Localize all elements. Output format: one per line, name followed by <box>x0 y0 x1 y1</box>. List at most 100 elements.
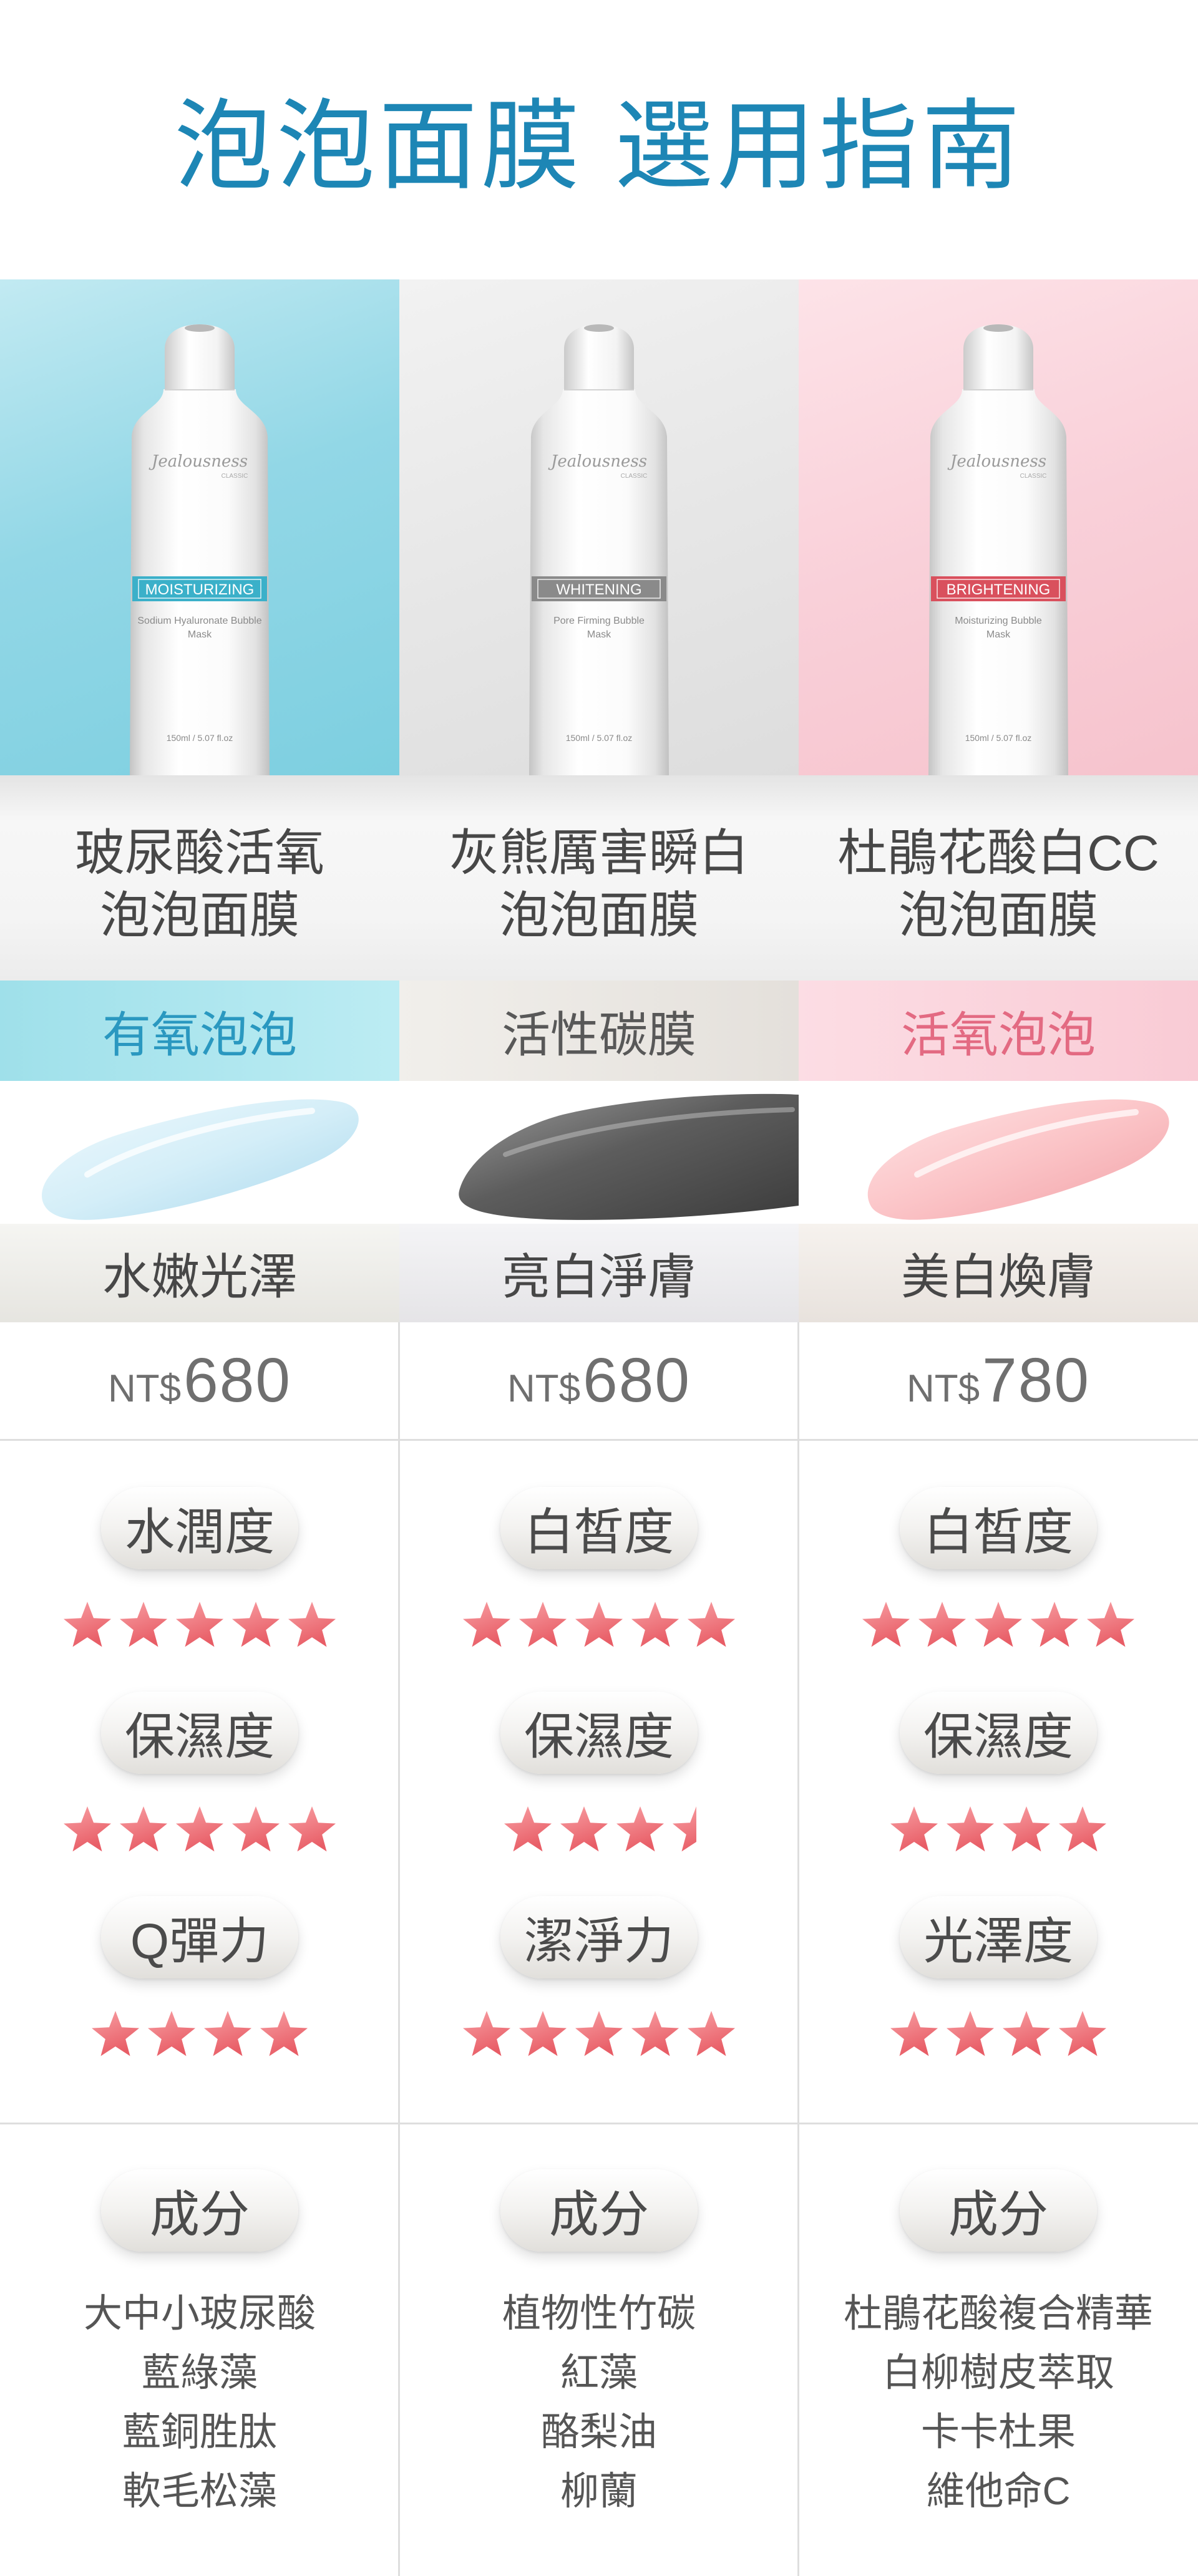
label-description: Pore Firming Bubble <box>553 616 645 626</box>
ingredient-item: 柳蘭 <box>560 2470 638 2513</box>
product-name-line: 泡泡面膜 <box>499 887 699 943</box>
ingredient-item: 維他命C <box>926 2470 1071 2513</box>
label-description: Sodium Hyaluronate Bubble <box>137 616 261 626</box>
star-icon <box>685 1600 738 1653</box>
star-icon <box>860 1600 912 1653</box>
price: NT$ 680 <box>507 1345 691 1416</box>
star-icon <box>61 1600 114 1653</box>
tube-cap <box>165 324 235 390</box>
bubble-mask-comparison-page: 泡泡面膜 選用指南 Jealousness CLASSIC MOISTURIZI… <box>0 0 1198 2576</box>
label-description: Moisturizing Bubble <box>955 616 1042 626</box>
star-icon <box>629 1600 681 1653</box>
price-amount: 680 <box>583 1345 691 1415</box>
star-icon <box>517 1600 569 1653</box>
label-description: Mask <box>986 629 1011 640</box>
star-icon <box>944 2010 996 2062</box>
texture-cell-brightening <box>799 1081 1198 1224</box>
label-description: Mask <box>188 629 212 640</box>
star-icon <box>89 2010 142 2062</box>
product-name-moisturizing: 玻尿酸活氧 泡泡面膜 <box>0 775 399 981</box>
price-amount: 680 <box>183 1345 291 1415</box>
ingredients-row: 成分 大中小玻尿酸 藍綠藻 藍銅胜肽 軟毛松藻 成分 植物性竹碳 紅藻 酪梨油 … <box>0 2123 1198 2576</box>
star-rating <box>502 1805 696 1857</box>
mask-type-tag: 有氧泡泡 <box>0 981 399 1081</box>
star-rating <box>61 1805 338 1857</box>
label-volume: 150ml / 5.07 fl.oz <box>167 733 233 743</box>
cap-opening <box>185 324 215 332</box>
star-icon <box>685 2010 738 2062</box>
price-currency: NT$ <box>108 1367 182 1410</box>
star-icon <box>230 1805 282 1857</box>
ingredients-list: 大中小玻尿酸 藍綠藻 藍銅胜肽 軟毛松藻 <box>84 2284 316 2521</box>
ratings-row: 水潤度 保濕度 Q彈力 白皙度 保濕度 潔淨力 白皙度 保濕度 光澤度 <box>0 1439 1198 2123</box>
product-tube: Jealousness CLASSIC BRIGHTENING Moisturi… <box>928 324 1068 775</box>
label-band-text: BRIGHTENING <box>947 581 1051 598</box>
star-rating <box>61 1600 338 1653</box>
brand-subtext: CLASSIC <box>621 473 648 480</box>
brand-logo-text: Jealousness <box>149 452 248 471</box>
star-icon <box>117 1600 170 1653</box>
product-image-moisturizing: Jealousness CLASSIC MOISTURIZING Sodium … <box>0 279 399 775</box>
ingredient-item: 酪梨油 <box>540 2411 657 2454</box>
ingredients-label-pill: 成分 <box>500 2169 698 2252</box>
star-icon <box>1056 1805 1109 1857</box>
product-names-row: 玻尿酸活氧 泡泡面膜 灰熊厲害瞬白 泡泡面膜 杜鵑花酸白CC 泡泡面膜 <box>0 775 1198 981</box>
star-icon <box>460 1600 513 1653</box>
tube-cap <box>564 324 634 390</box>
star-icon <box>888 2010 940 2062</box>
label-band-text: MOISTURIZING <box>145 581 255 598</box>
rating-label-pill: 光澤度 <box>900 1896 1097 1978</box>
product-name-line: 杜鵑花酸白CC <box>837 825 1159 881</box>
charcoal-gray-cream-swatch <box>459 1093 799 1220</box>
star-icon <box>145 2010 198 2062</box>
label-volume: 150ml / 5.07 fl.oz <box>965 733 1032 743</box>
star-icon <box>286 1600 338 1653</box>
price: NT$ 780 <box>907 1345 1090 1416</box>
star-icon <box>286 1805 338 1857</box>
half-star-icon <box>670 1805 696 1857</box>
mask-type-tag: 活氧泡泡 <box>799 981 1198 1081</box>
star-icon <box>972 1600 1025 1653</box>
star-rating <box>460 2010 738 2062</box>
star-icon <box>888 1805 940 1857</box>
star-rating <box>89 2010 310 2062</box>
cream-smear <box>867 1099 1169 1220</box>
star-icon <box>1056 2010 1109 2062</box>
product-image-brightening: Jealousness CLASSIC BRIGHTENING Moisturi… <box>799 279 1198 775</box>
rating-label-pill: 保濕度 <box>500 1692 698 1774</box>
tube-cap <box>963 324 1033 390</box>
star-icon <box>517 2010 569 2062</box>
star-icon <box>573 1600 625 1653</box>
star-icon <box>916 1600 968 1653</box>
effect-label: 水嫩光澤 <box>0 1224 399 1322</box>
star-icon <box>117 1805 170 1857</box>
ingredient-item: 卡卡杜果 <box>920 2411 1076 2454</box>
price: NT$ 680 <box>108 1345 291 1416</box>
brand-logo-text: Jealousness <box>947 452 1046 471</box>
product-name-brightening: 杜鵑花酸白CC 泡泡面膜 <box>799 775 1198 981</box>
cream-smear <box>42 1099 359 1220</box>
product-name-line: 玻尿酸活氧 <box>75 825 324 881</box>
rating-label-pill: 白皙度 <box>500 1487 698 1569</box>
star-rating <box>888 2010 1109 2062</box>
star-icon <box>1000 2010 1053 2062</box>
product-name-line: 泡泡面膜 <box>100 887 300 943</box>
column-divider <box>398 1322 400 2576</box>
mask-type-tag: 活性碳膜 <box>399 981 799 1081</box>
texture-cell-whitening <box>399 1081 799 1224</box>
price-currency: NT$ <box>907 1367 980 1410</box>
star-icon <box>944 1805 996 1857</box>
star-icon <box>173 1805 226 1857</box>
page-title: 泡泡面膜 選用指南 <box>174 92 1024 201</box>
ingredient-item: 白柳樹皮萃取 <box>882 2351 1114 2394</box>
ratings-column-moisturizing: 水潤度 保濕度 Q彈力 <box>0 1441 399 2123</box>
star-icon <box>1000 1805 1053 1857</box>
star-rating <box>860 1600 1137 1653</box>
star-rating <box>888 1805 1109 1857</box>
label-volume: 150ml / 5.07 fl.oz <box>566 733 633 743</box>
star-icon <box>1084 1600 1137 1653</box>
texture-cell-moisturizing <box>0 1081 399 1224</box>
ratings-column-brightening: 白皙度 保濕度 光澤度 <box>799 1441 1198 2123</box>
star-icon <box>460 2010 513 2062</box>
price-cell-whitening: NT$ 680 <box>399 1322 799 1439</box>
